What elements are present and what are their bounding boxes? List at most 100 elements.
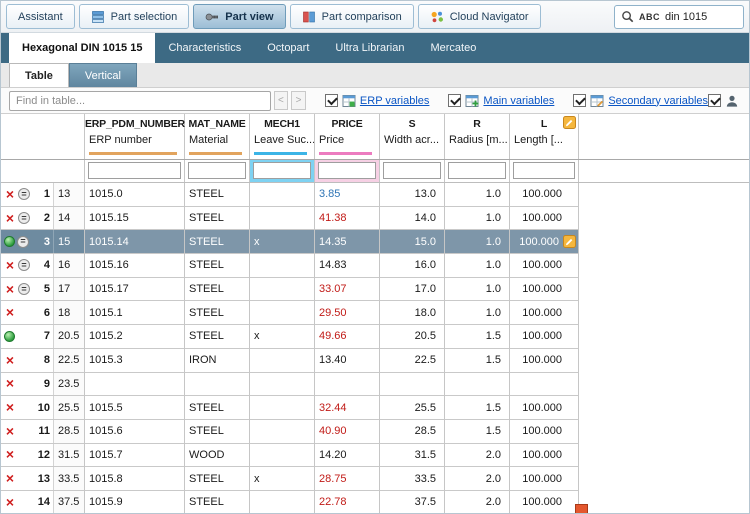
cell-s[interactable]: 31.5 [380,443,445,468]
cell-price[interactable]: 13.40 [315,348,380,373]
cell-l[interactable]: 100.000 [510,254,579,278]
row-header[interactable]: × 6 18 [1,301,85,326]
column-header-price[interactable]: PRICE Price [315,114,380,159]
table-row[interactable]: × = 1 13 1015.0 STEEL 3.85 13.0 1.0 100.000 [1,183,749,207]
cell-price[interactable]: 14.35 [315,230,380,255]
cell-erp[interactable]: 1015.14 [85,230,185,255]
cell-mech1[interactable] [250,206,315,231]
table-row[interactable]: × 6 18 1015.1 STEEL 29.50 18.0 1.0 100.000 [1,301,749,326]
cell-r[interactable]: 2.0 [445,467,510,491]
cell-price[interactable]: 40.90 [315,419,380,444]
cell-mat[interactable] [185,372,250,397]
cell-r[interactable]: 1.5 [445,419,510,444]
scroll-marker[interactable] [575,504,588,513]
cell-mat[interactable]: IRON [185,348,250,373]
table-row[interactable]: × 11 28.5 1015.6 STEEL 40.90 28.5 1.5 100.000 [1,419,749,444]
cell-mat[interactable]: STEEL [185,254,250,278]
row-header[interactable]: × = 4 16 [1,254,85,278]
cell-price[interactable] [315,372,380,397]
find-next-button[interactable]: > [291,91,306,110]
cell-mech1[interactable] [250,277,315,302]
tab-part-view[interactable]: Part view [193,4,286,29]
tab-assistant[interactable]: Assistant [6,4,75,29]
doc-tab-characteristics[interactable]: Characteristics [155,33,254,63]
table-row[interactable]: × = 4 16 1015.16 STEEL 14.83 16.0 1.0 100.000 [1,254,749,278]
cell-mat[interactable]: STEEL [185,467,250,491]
search-box[interactable]: ABC din 1015 [614,4,744,29]
cell-price[interactable]: 14.20 [315,443,380,468]
doc-tab-mercateo[interactable]: Mercateo [417,33,489,63]
cell-mat[interactable]: STEEL [185,396,250,420]
cell-erp[interactable]: 1015.5 [85,396,185,420]
cell-l[interactable]: 100.000 [510,419,579,444]
table-row[interactable]: 7 20.5 1015.2 STEEL x 49.66 20.5 1.5 100.000 [1,325,749,349]
tab-part-selection[interactable]: Part selection [78,4,190,29]
cell-erp[interactable]: 1015.17 [85,277,185,302]
filter-input-mat[interactable] [188,162,246,179]
cell-r[interactable]: 1.0 [445,277,510,302]
cell-erp[interactable]: 1015.15 [85,206,185,231]
table-row[interactable]: × 13 33.5 1015.8 STEEL x 28.75 33.5 2.0 100.000 [1,467,749,491]
edit-pencil-icon[interactable] [563,235,576,249]
cell-r[interactable]: 1.0 [445,230,510,255]
cell-erp[interactable]: 1015.0 [85,183,185,207]
secondary-variables-link[interactable]: Secondary variables [608,95,708,107]
cell-s[interactable]: 17.0 [380,277,445,302]
cell-mech1[interactable] [250,419,315,444]
row-header[interactable]: × = 2 14 [1,206,85,231]
row-header[interactable]: × 12 31.5 [1,443,85,468]
row-header[interactable]: 7 20.5 [1,325,85,349]
cell-s[interactable]: 37.5 [380,490,445,513]
cell-l[interactable]: 100.000 [510,467,579,491]
column-header-erp[interactable]: ERP_PDM_NUMBER ERP number [85,114,185,159]
filter-input-price[interactable] [318,162,376,179]
cell-r[interactable]: 1.0 [445,301,510,326]
cell-s[interactable]: 20.5 [380,325,445,349]
cell-r[interactable]: 1.0 [445,206,510,231]
cell-mat[interactable]: STEEL [185,206,250,231]
corner-header[interactable] [1,114,85,159]
row-header[interactable]: × 14 37.5 [1,490,85,513]
column-header-mech1[interactable]: MECH1 Leave Suc... [250,114,315,159]
cell-price[interactable]: 14.83 [315,254,380,278]
cell-price[interactable]: 49.66 [315,325,380,349]
cell-erp[interactable]: 1015.9 [85,490,185,513]
cell-l[interactable]: 100.000 [510,490,579,513]
cell-mat[interactable]: STEEL [185,230,250,255]
cell-l[interactable] [510,372,579,397]
toggle-erp-variables[interactable]: ERP variables [324,94,429,108]
cell-mech1[interactable] [250,490,315,513]
cell-price[interactable]: 3.85 [315,183,380,207]
row-header[interactable]: × 11 28.5 [1,419,85,444]
cell-erp[interactable]: 1015.1 [85,301,185,326]
toggle-secondary-variables[interactable]: Secondary variables [573,94,708,108]
cell-r[interactable]: 1.0 [445,183,510,207]
search-input[interactable]: din 1015 [665,11,707,23]
row-header[interactable]: × 9 23.5 [1,372,85,397]
cell-mech1[interactable] [250,348,315,373]
filter-input-mech1[interactable] [253,162,311,179]
cell-r[interactable]: 1.5 [445,348,510,373]
cell-r[interactable]: 1.5 [445,396,510,420]
edit-column-pencil-icon[interactable] [563,116,576,129]
cell-mech1[interactable] [250,443,315,468]
cell-erp[interactable]: 1015.8 [85,467,185,491]
column-header-r[interactable]: R Radius [m... [445,114,510,159]
cell-mech1[interactable]: x [250,467,315,491]
cell-r[interactable] [445,372,510,397]
doc-tab-hexagonal[interactable]: Hexagonal DIN 1015 15 [9,33,156,63]
main-variables-checkbox[interactable] [448,94,462,107]
tab-part-comparison[interactable]: Part comparison [289,4,414,29]
cell-price[interactable]: 28.75 [315,467,380,491]
column-header-s[interactable]: S Width acr... [380,114,445,159]
find-previous-button[interactable]: < [273,91,289,110]
cell-mech1[interactable] [250,301,315,326]
cell-price[interactable]: 29.50 [315,301,380,326]
cell-mat[interactable]: STEEL [185,277,250,302]
cell-s[interactable]: 18.0 [380,301,445,326]
cell-s[interactable]: 25.5 [380,396,445,420]
cell-price[interactable]: 41.38 [315,206,380,231]
doc-tab-octopart[interactable]: Octopart [254,33,322,63]
search-mode-label[interactable]: ABC [639,12,660,22]
cell-r[interactable]: 2.0 [445,443,510,468]
